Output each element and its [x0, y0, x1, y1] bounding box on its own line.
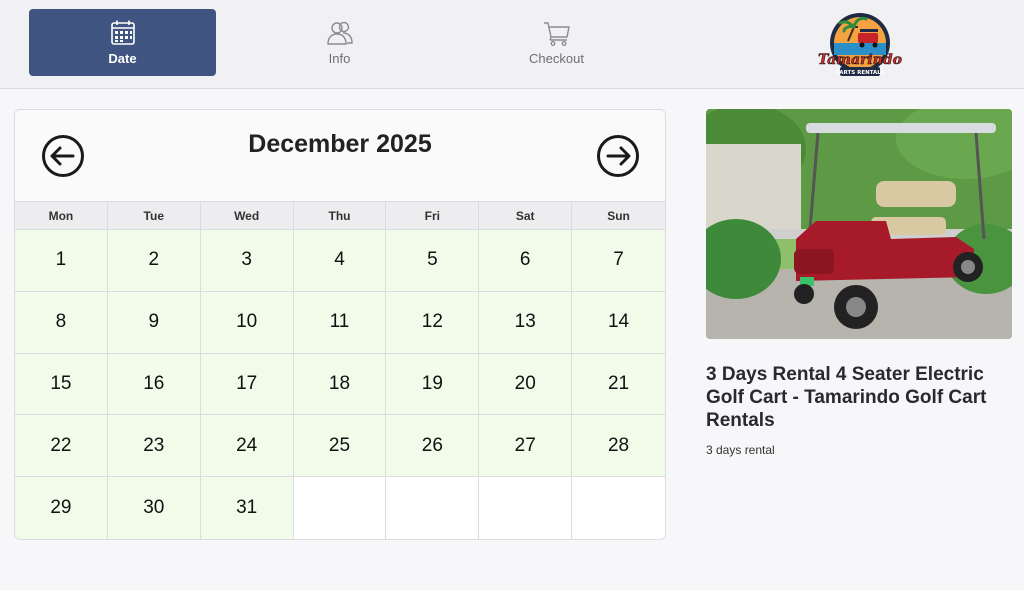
day-cell[interactable]: 7: [572, 230, 665, 292]
day-cell[interactable]: 15: [15, 353, 108, 416]
day-cell[interactable]: 17: [200, 353, 294, 416]
day-cell[interactable]: 10: [200, 291, 294, 354]
step-date[interactable]: Date: [29, 9, 216, 76]
calendar-header: December 2025: [15, 110, 665, 201]
weekday-label: Mon: [15, 202, 108, 229]
logo-wordmark: Tamarindo: [818, 52, 902, 68]
step-date-label: Date: [108, 51, 137, 66]
arrow-right-circle-icon: [597, 135, 639, 177]
day-cell[interactable]: 26: [386, 415, 480, 478]
weekday-label: Sat: [479, 202, 573, 229]
day-cell[interactable]: 19: [386, 353, 480, 416]
day-cell[interactable]: 30: [107, 477, 201, 539]
day-cell-empty: [479, 477, 573, 539]
day-cell[interactable]: 1: [15, 230, 108, 292]
day-cell[interactable]: 3: [200, 230, 294, 292]
day-cell[interactable]: 28: [572, 415, 665, 478]
step-checkout[interactable]: Checkout: [463, 9, 650, 76]
day-cell[interactable]: 27: [479, 415, 573, 478]
users-icon: [326, 21, 353, 45]
day-cell[interactable]: 9: [107, 291, 201, 354]
day-cell[interactable]: 8: [15, 291, 108, 354]
product-title: 3 Days Rental 4 Seater Electric Golf Car…: [706, 364, 987, 431]
weekday-label: Wed: [201, 202, 294, 229]
weekday-label: Tue: [108, 202, 201, 229]
day-cell[interactable]: 23: [107, 415, 201, 478]
day-cell-empty: [293, 477, 387, 539]
weekday-header: Mon Tue Wed Thu Fri Sat Sun: [15, 201, 665, 230]
weekday-label: Fri: [386, 202, 480, 229]
day-cell[interactable]: 11: [293, 291, 387, 354]
day-cell[interactable]: 20: [479, 353, 573, 416]
month-title: December 2025: [248, 130, 432, 158]
day-cell[interactable]: 22: [15, 415, 108, 478]
cart-icon: [543, 22, 570, 46]
day-cell[interactable]: 6: [479, 230, 573, 292]
day-cell-empty: [572, 477, 665, 539]
product-subtitle: 3 days rental: [706, 443, 775, 457]
calendar-icon: [110, 20, 135, 45]
weekday-label: Thu: [294, 202, 387, 229]
day-cell[interactable]: 2: [107, 230, 201, 292]
day-cell[interactable]: 4: [293, 230, 387, 292]
tamarindo-logo: Tamarindo CARTS RENTALS: [818, 13, 902, 76]
day-cell[interactable]: 13: [479, 291, 573, 354]
golf-cart-photo: [706, 109, 1012, 339]
day-cell[interactable]: 21: [572, 353, 665, 416]
day-cell[interactable]: 14: [572, 291, 665, 354]
day-cell[interactable]: 25: [293, 415, 387, 478]
day-grid: 1 2 3 4 5 6 7 8 9 10 11 12 13 14 15 16 1…: [15, 230, 665, 539]
next-month-button[interactable]: [596, 134, 640, 178]
day-cell[interactable]: 18: [293, 353, 387, 416]
day-cell[interactable]: 29: [15, 477, 108, 539]
day-cell[interactable]: 12: [386, 291, 480, 354]
day-cell[interactable]: 5: [386, 230, 480, 292]
day-cell-empty: [386, 477, 480, 539]
day-cell[interactable]: 31: [200, 477, 294, 539]
step-info[interactable]: Info: [246, 9, 433, 76]
step-checkout-label: Checkout: [529, 51, 584, 66]
day-cell[interactable]: 24: [200, 415, 294, 478]
day-cell[interactable]: 16: [107, 353, 201, 416]
step-navigation: Date Info Checkout Tamarindo CARTS RENTA…: [0, 0, 1024, 89]
logo-tagline: CARTS RENTALS: [835, 70, 885, 76]
calendar: December 2025 Mon Tue Wed Thu Fri Sat Su…: [14, 109, 666, 540]
weekday-label: Sun: [607, 208, 630, 223]
step-info-label: Info: [328, 51, 351, 66]
